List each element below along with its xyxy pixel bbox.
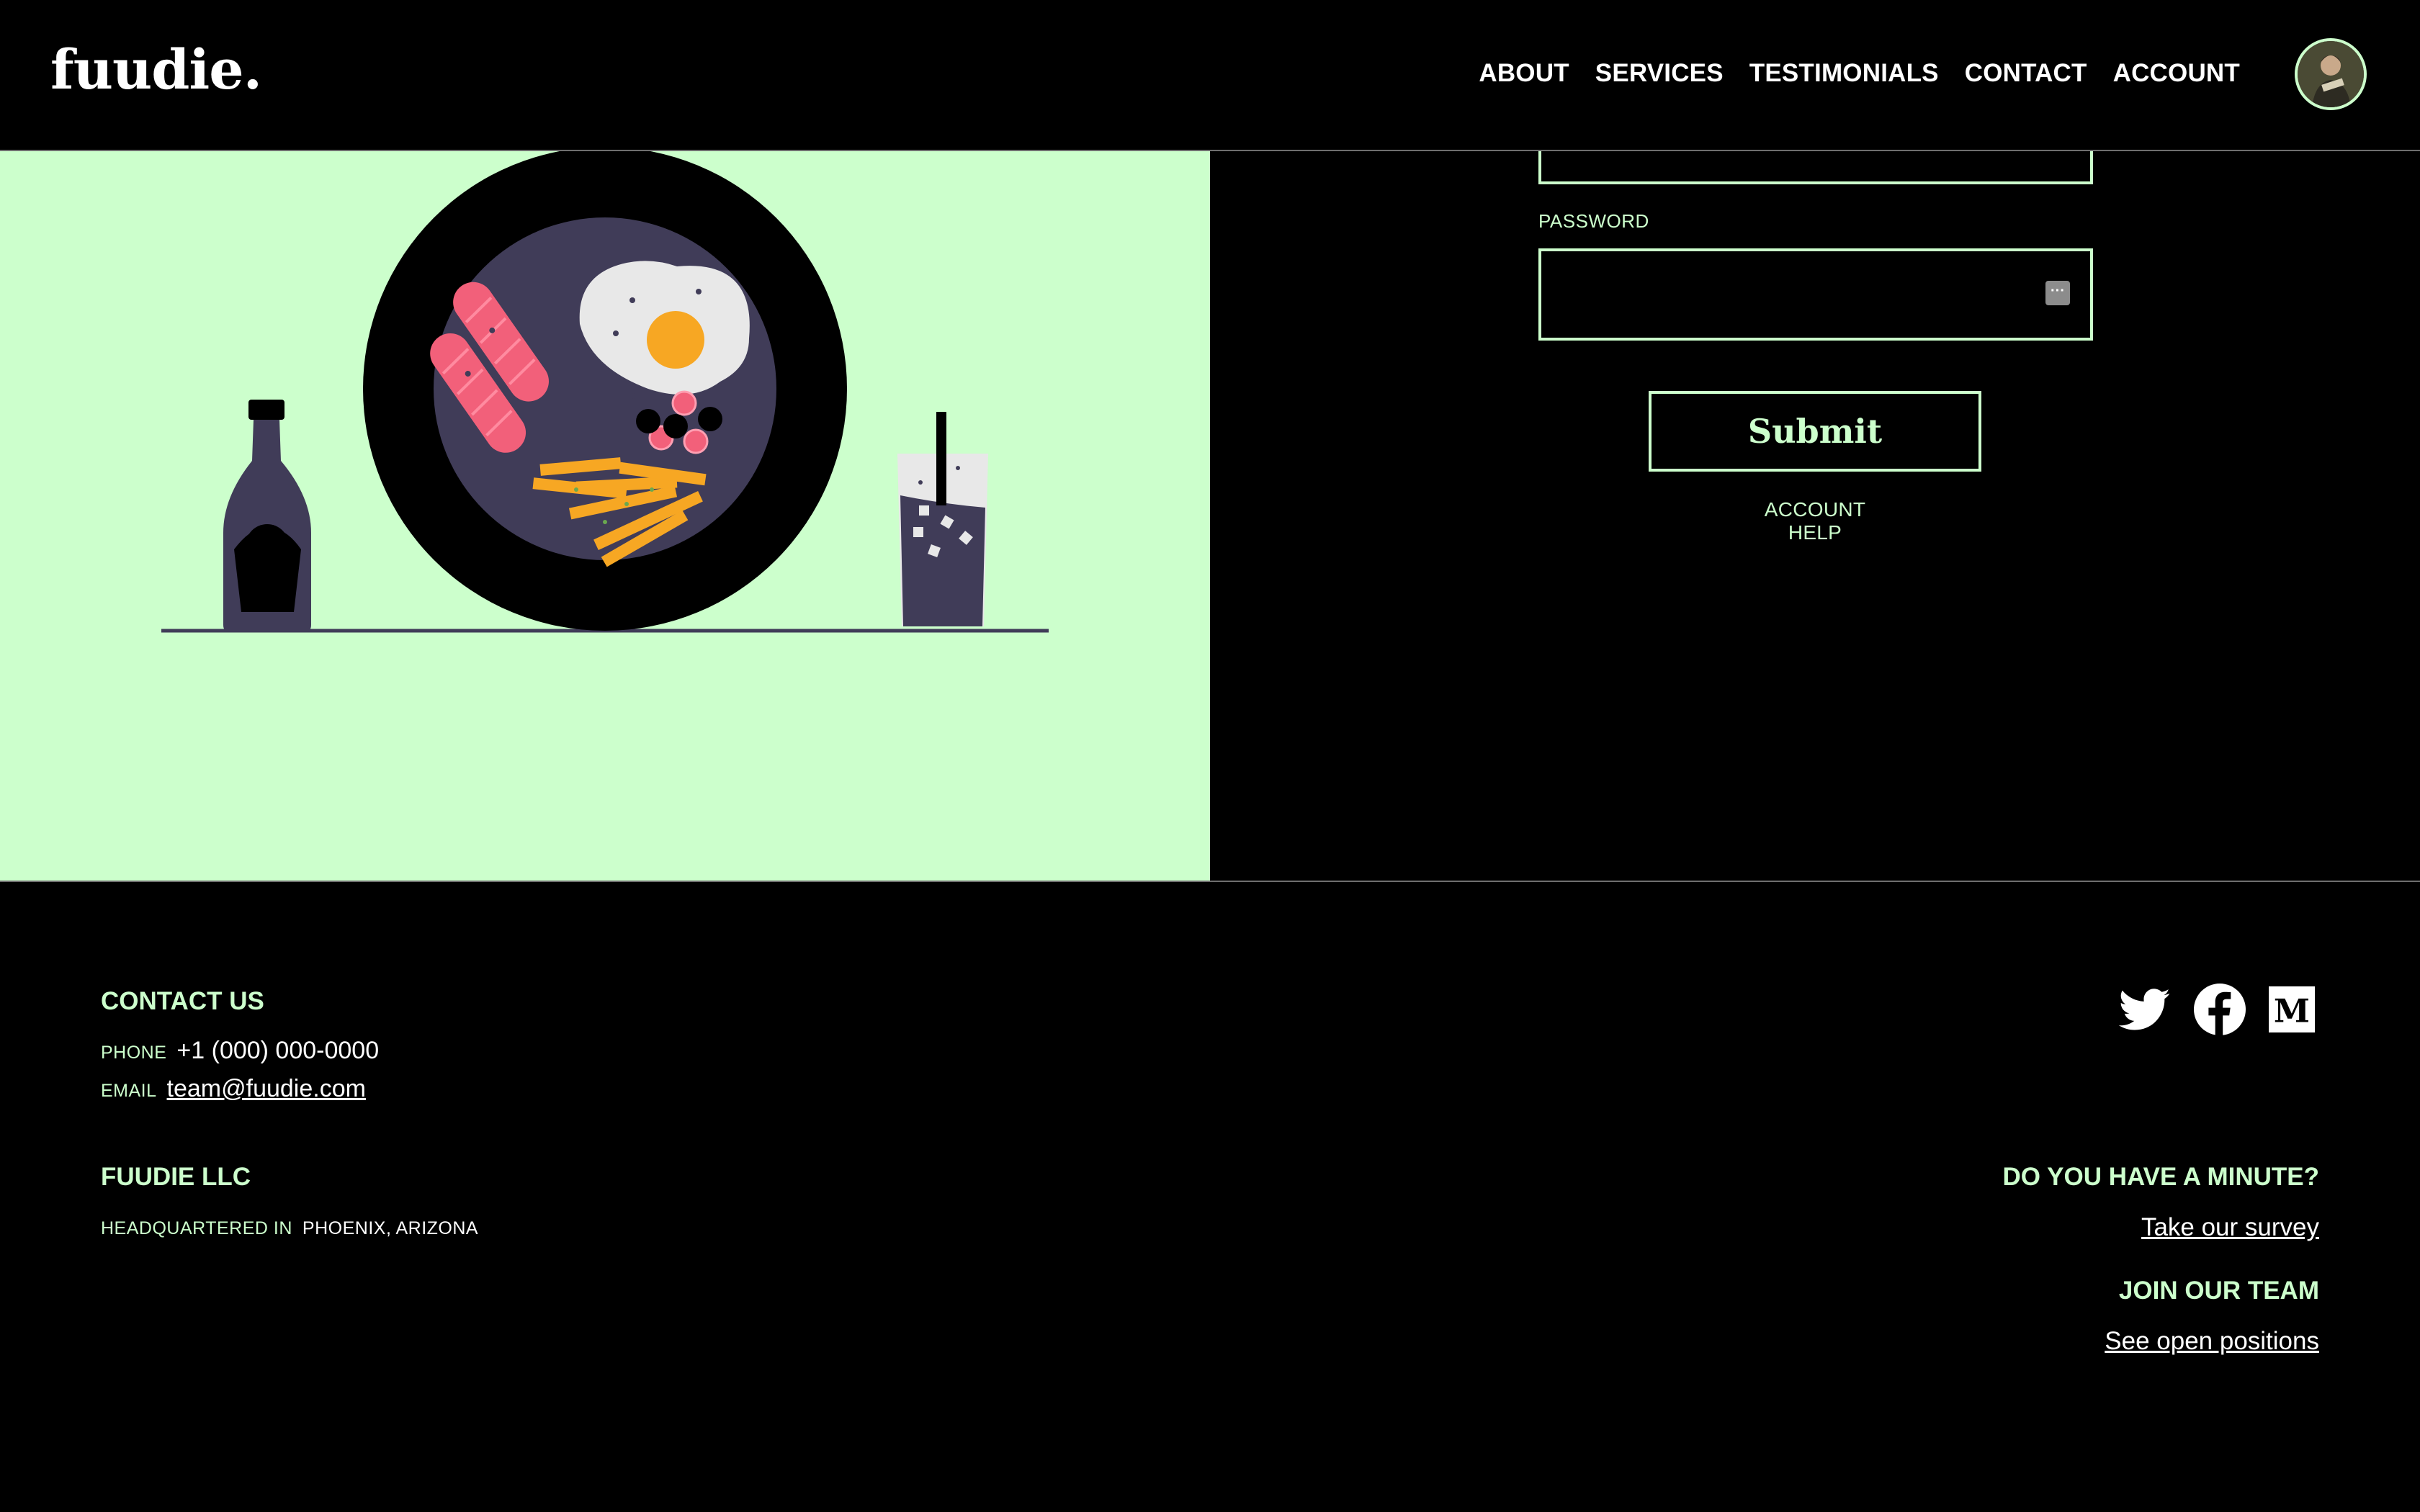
hq-row: HEADQUARTERED IN PHOENIX, ARIZONA [101, 1218, 478, 1239]
email-field-partial[interactable] [1538, 151, 2093, 184]
breakfast-illustration-panel [0, 147, 1210, 881]
contact-heading: CONTACT US [101, 987, 264, 1015]
breakfast-illustration [161, 147, 1049, 633]
survey-link[interactable]: Take our survey [2141, 1213, 2319, 1242]
phone-row: PHONE +1 (000) 000-0000 [101, 1037, 379, 1065]
company-heading: FUUDIE LLC [101, 1163, 251, 1191]
hq-label: HEADQUARTERED IN [101, 1218, 292, 1238]
nav-services[interactable]: SERVICES [1595, 59, 1724, 88]
egg-yolk [647, 311, 704, 369]
ketchup-bottle [223, 400, 311, 632]
phone-label: PHONE [101, 1043, 167, 1063]
nav-contact[interactable]: CONTACT [1965, 59, 2087, 88]
site-footer: CONTACT US PHONE +1 (000) 000-0000 EMAIL… [0, 882, 2420, 1512]
site-logo[interactable]: fuudie. [50, 37, 262, 102]
team-heading: JOIN OUR TEAM [2118, 1277, 2319, 1305]
nav-account[interactable]: ACCOUNT [2113, 59, 2240, 88]
password-label: PASSWORD [1538, 210, 1649, 232]
login-form-panel: PASSWORD ··· Submit ACCOUNT HELP [1210, 151, 2420, 881]
email-row: EMAIL team@fuudie.com [101, 1075, 366, 1103]
phone-value: +1 (000) 000-0000 [176, 1037, 380, 1064]
email-link[interactable]: team@fuudie.com [167, 1075, 366, 1103]
account-help-link[interactable]: ACCOUNT HELP [1743, 498, 1887, 544]
password-input[interactable] [1538, 248, 2093, 341]
open-positions-link[interactable]: See open positions [2105, 1327, 2319, 1356]
email-label: EMAIL [101, 1081, 157, 1101]
survey-heading: DO YOU HAVE A MINUTE? [2002, 1163, 2319, 1191]
svg-text:M: M [2274, 991, 2310, 1030]
facebook-icon[interactable] [2194, 984, 2246, 1035]
nav-about[interactable]: ABOUT [1479, 59, 1569, 88]
password-manager-icon[interactable]: ··· [2045, 281, 2070, 305]
twitter-icon[interactable] [2119, 984, 2171, 1035]
avatar-image [2298, 41, 2364, 107]
hq-value: PHOENIX, ARIZONA [302, 1218, 479, 1238]
site-header: fuudie. ABOUT SERVICES TESTIMONIALS CONT… [0, 0, 2420, 151]
user-avatar[interactable] [2295, 38, 2367, 110]
medium-icon[interactable]: M [2269, 986, 2315, 1032]
social-links: M [2119, 984, 2315, 1035]
main-nav: ABOUT SERVICES TESTIMONIALS CONTACT ACCO… [1479, 59, 2240, 88]
iced-drink [897, 412, 988, 626]
nav-testimonials[interactable]: TESTIMONIALS [1749, 59, 1939, 88]
submit-button[interactable]: Submit [1649, 391, 1981, 472]
